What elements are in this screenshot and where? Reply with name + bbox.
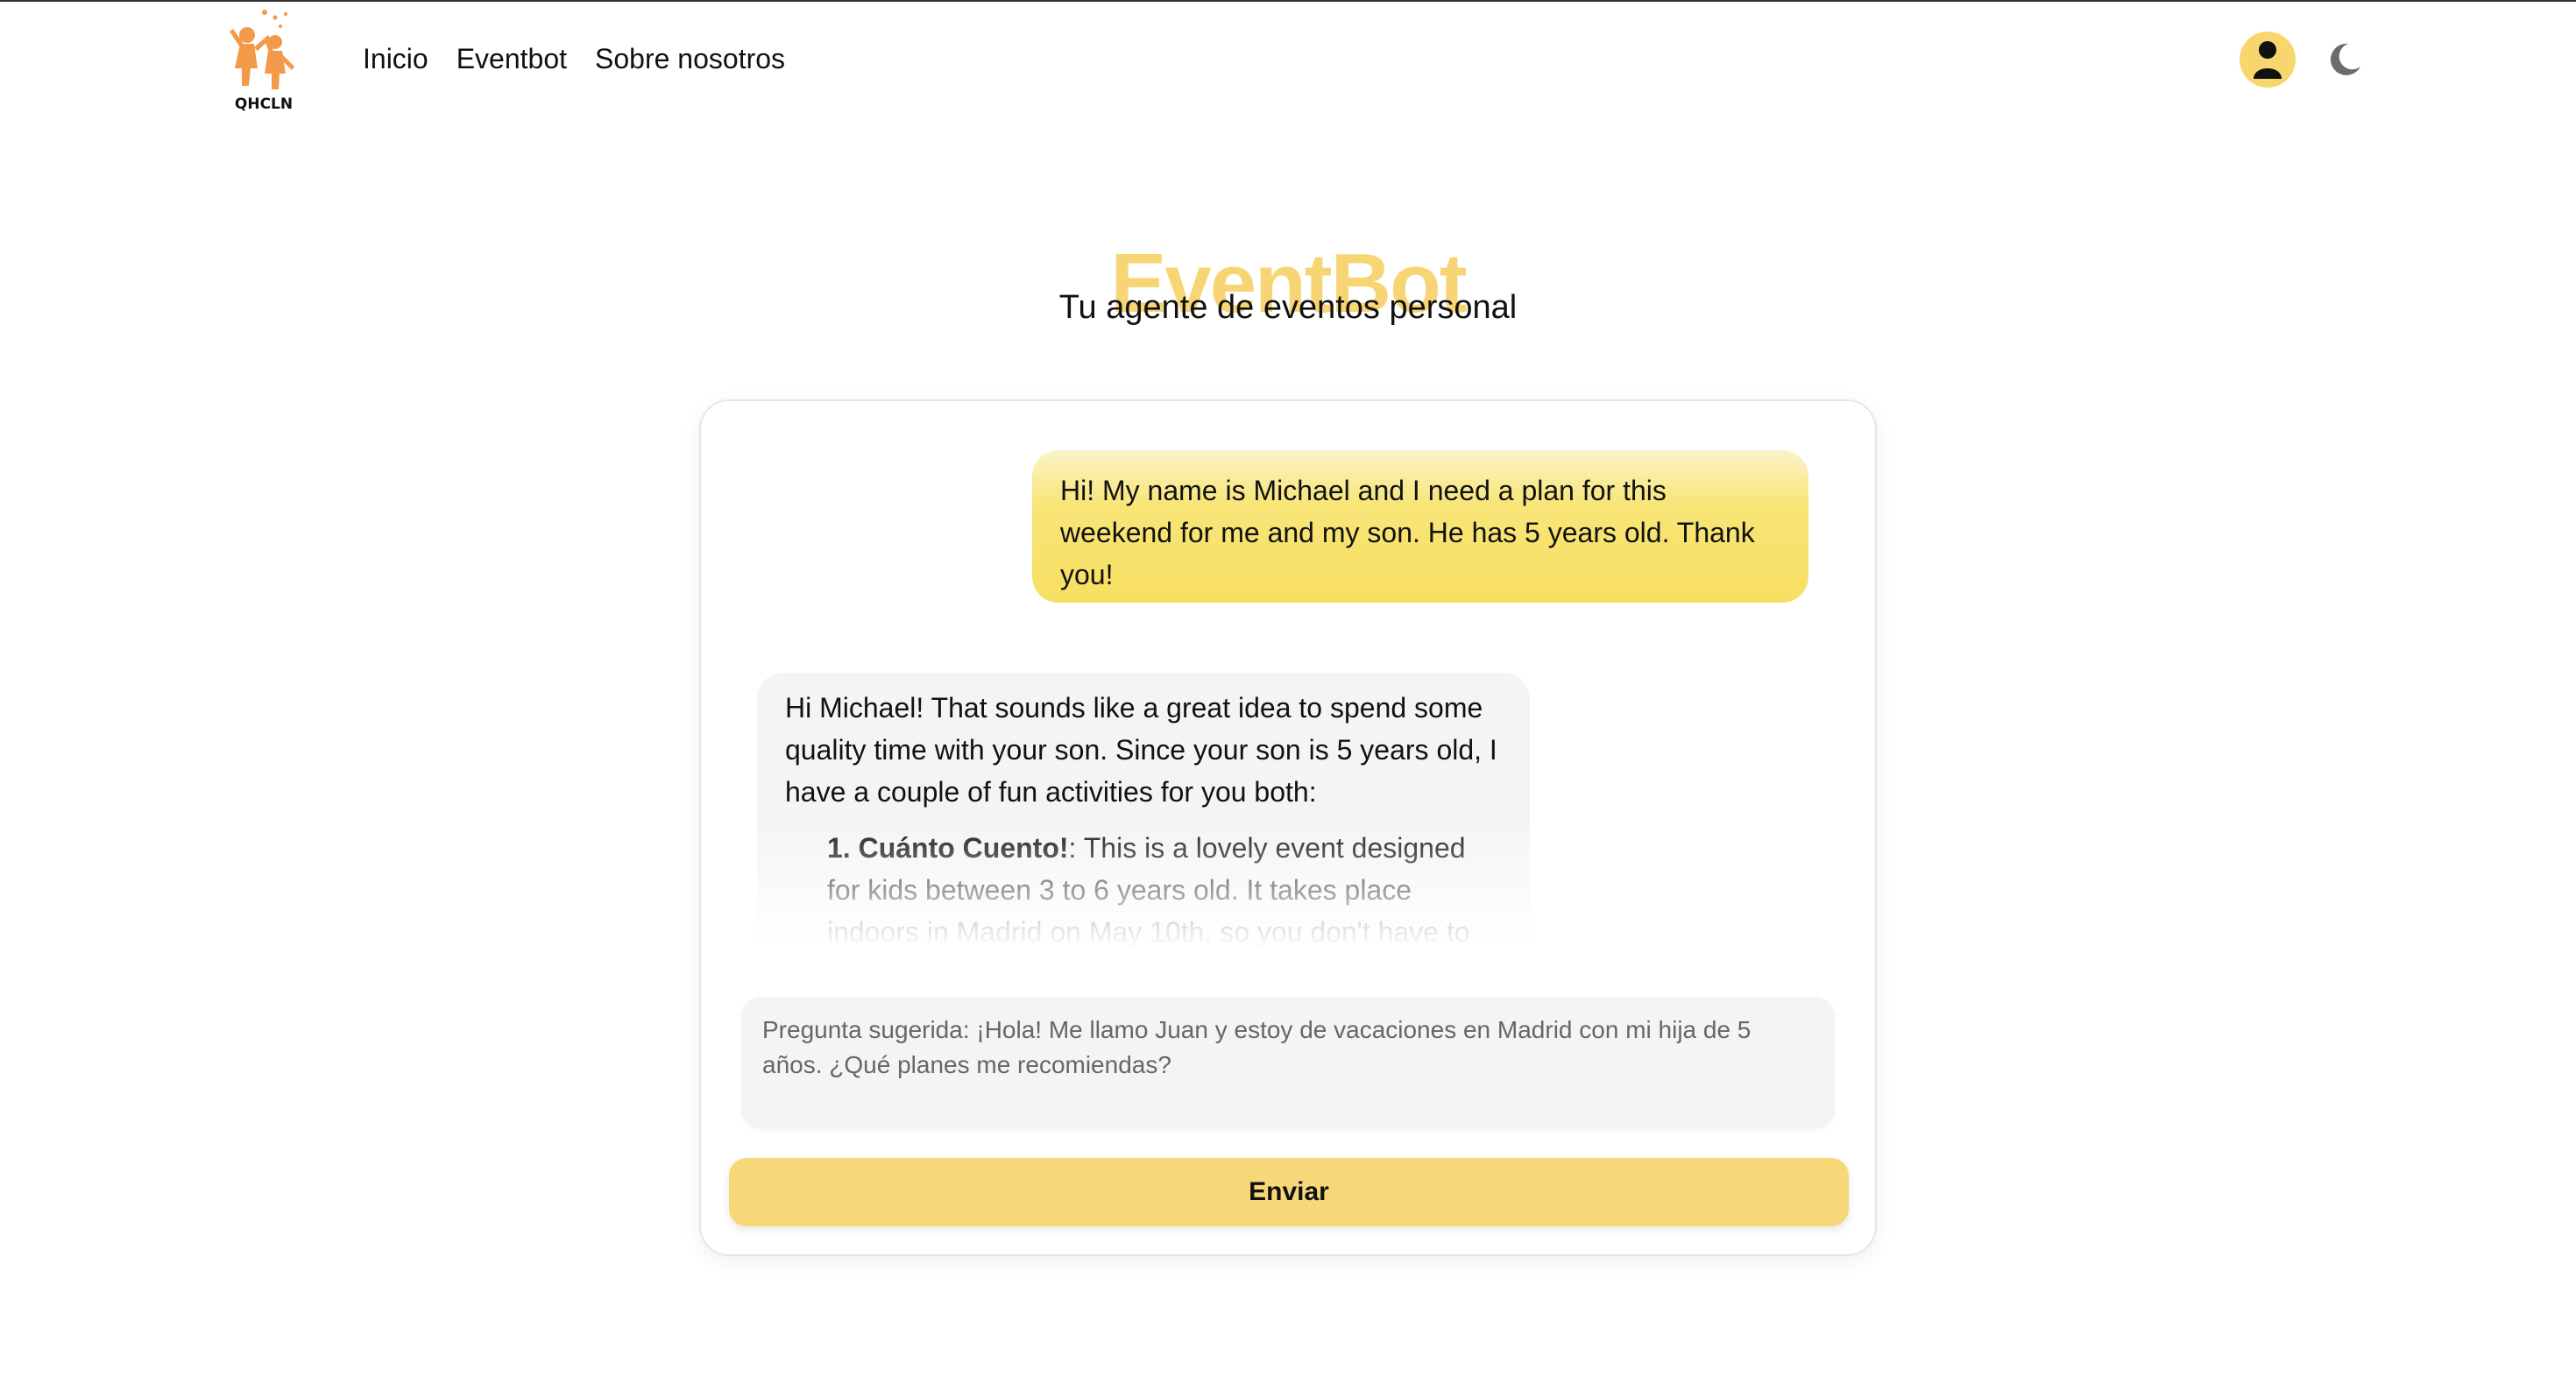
nav-links: Inicio Eventbot Sobre nosotros xyxy=(363,40,785,77)
chat-messages[interactable]: Hi! My name is Michael and I need a plan… xyxy=(701,401,1875,950)
list-item: 1. Cuánto Cuento!: This is a lovely even… xyxy=(827,827,1502,950)
bot-activity-list: 1. Cuánto Cuento!: This is a lovely even… xyxy=(785,827,1502,950)
nav-link-sobre-nosotros[interactable]: Sobre nosotros xyxy=(595,40,785,77)
theme-toggle-button[interactable] xyxy=(2325,40,2364,79)
moon-icon xyxy=(2330,43,2360,75)
page-subtitle: Tu agente de eventos personal xyxy=(1058,289,1518,326)
navbar: QHCLN Inicio Eventbot Sobre nosotros xyxy=(0,2,2576,116)
nav-link-inicio[interactable]: Inicio xyxy=(363,40,428,77)
logo[interactable]: QHCLN xyxy=(224,5,303,114)
chat-card: Hi! My name is Michael and I need a plan… xyxy=(699,399,1877,1256)
user-message: Hi! My name is Michael and I need a plan… xyxy=(1032,450,1808,603)
send-button[interactable]: Enviar xyxy=(729,1158,1849,1226)
bot-message: Hi Michael! That sounds like a great ide… xyxy=(757,673,1530,950)
list-item-number: 1. xyxy=(827,832,851,864)
user-avatar-icon xyxy=(2254,41,2282,79)
nav-link-eventbot[interactable]: Eventbot xyxy=(456,40,567,77)
svg-text:QHCLN: QHCLN xyxy=(235,95,293,113)
question-input[interactable] xyxy=(741,997,1835,1128)
user-message-text: Hi! My name is Michael and I need a plan… xyxy=(1060,475,1755,590)
logo-icon: QHCLN xyxy=(230,10,294,113)
user-menu-button[interactable] xyxy=(2240,32,2296,88)
list-item-title: Cuánto Cuento! xyxy=(858,832,1069,864)
bot-message-intro: Hi Michael! That sounds like a great ide… xyxy=(785,692,1497,808)
